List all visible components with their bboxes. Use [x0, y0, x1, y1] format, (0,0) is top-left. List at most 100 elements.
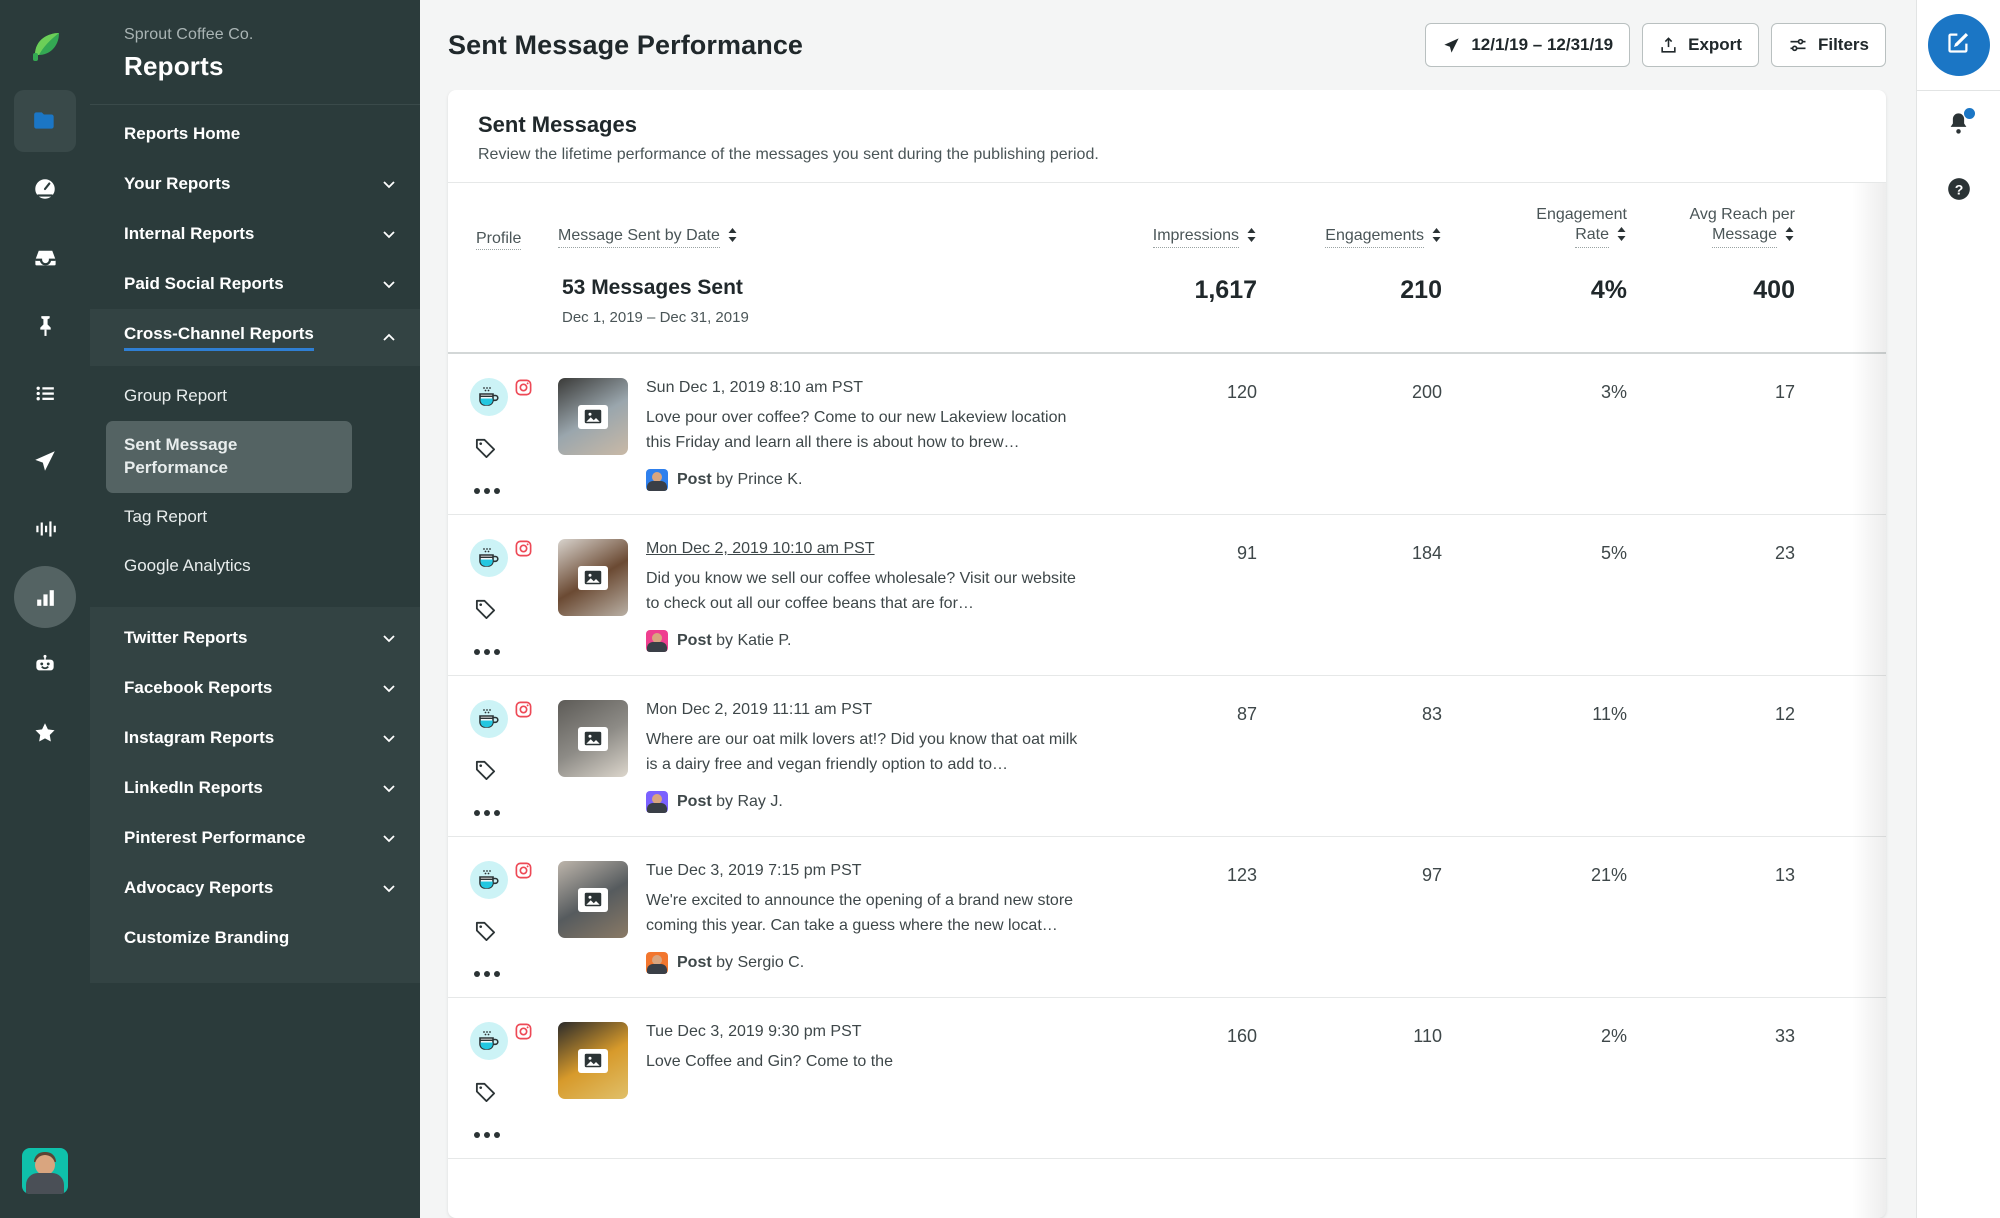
table-row[interactable]: Mon Dec 2, 2019 11:11 am PST Where are ou…	[448, 676, 1886, 837]
sort-icon[interactable]	[1616, 226, 1627, 248]
dashboard-gauge-icon[interactable]	[14, 158, 76, 220]
pin-icon[interactable]	[14, 294, 76, 356]
more-options-icon[interactable]	[474, 810, 558, 816]
row-avg-reach: 33	[1774, 1026, 1795, 1046]
sidebar-group-paid-social-reports[interactable]: Paid Social Reports	[90, 259, 420, 309]
message-thumbnail[interactable]	[558, 861, 628, 938]
help-button[interactable]: ?	[1946, 176, 1972, 207]
message-thumbnail[interactable]	[558, 539, 628, 616]
column-header-engagements[interactable]: Engagements	[1283, 227, 1468, 250]
sidebar-group-your-reports[interactable]: Your Reports	[90, 159, 420, 209]
sidebar-group-linkedin-reports[interactable]: LinkedIn Reports	[90, 763, 420, 813]
sidebar-group-twitter-reports[interactable]: Twitter Reports	[90, 613, 420, 663]
compose-icon	[1945, 29, 1972, 61]
table-row[interactable]: Sun Dec 1, 2019 8:10 am PST Love pour ove…	[448, 354, 1886, 515]
sidebar-group-internal-reports[interactable]: Internal Reports	[90, 209, 420, 259]
list-icon[interactable]	[14, 362, 76, 424]
sort-icon[interactable]	[727, 227, 738, 248]
tag-icon[interactable]	[474, 597, 558, 625]
sidebar-item-google-analytics[interactable]: Google Analytics	[106, 542, 404, 591]
message-date[interactable]: Mon Dec 2, 2019 10:10 am PST	[646, 540, 1086, 558]
sidebar-item-customize-branding[interactable]: Customize Branding	[90, 913, 420, 963]
more-options-icon[interactable]	[474, 488, 558, 494]
row-message-cell: Mon Dec 2, 2019 11:11 am PST Where are ou…	[558, 700, 1098, 816]
totals-summary: 53 Messages Sent Dec 1, 2019 – Dec 31, 2…	[558, 276, 1098, 326]
row-engagements: 110	[1413, 1026, 1442, 1046]
table-totals-row: 53 Messages Sent Dec 1, 2019 – Dec 31, 2…	[448, 264, 1886, 354]
sidebar-item-tag-report[interactable]: Tag Report	[106, 493, 404, 542]
sort-icon[interactable]	[1784, 226, 1795, 248]
chevron-down-icon	[380, 175, 398, 193]
star-icon[interactable]	[14, 702, 76, 764]
tag-icon[interactable]	[474, 758, 558, 786]
table-scroll-region[interactable]: Profile Message Sent by Date Impressions…	[448, 183, 1886, 1218]
table-row[interactable]: Mon Dec 2, 2019 10:10 am PST Did you know…	[448, 515, 1886, 676]
sort-icon[interactable]	[1246, 227, 1257, 248]
more-options-icon[interactable]	[474, 971, 558, 977]
row-avg-reach: 13	[1774, 865, 1795, 885]
filters-icon	[1788, 35, 1808, 55]
totals-date-range: Dec 1, 2019 – Dec 31, 2019	[562, 309, 749, 326]
column-header-label: Engagements	[1325, 227, 1424, 248]
author-avatar	[646, 629, 668, 652]
coffee-cup-avatar-icon[interactable]	[470, 861, 508, 899]
export-button[interactable]: Export	[1642, 23, 1759, 67]
row-engagements: 200	[1411, 382, 1442, 402]
sidebar-group-pinterest-performance[interactable]: Pinterest Performance	[90, 813, 420, 863]
folder-icon[interactable]	[14, 90, 76, 152]
notifications-button[interactable]	[1945, 108, 1975, 142]
coffee-cup-avatar-icon[interactable]	[470, 539, 508, 577]
instagram-icon	[514, 378, 533, 402]
paper-plane-icon	[1442, 36, 1461, 55]
sidebar-group-advocacy-reports[interactable]: Advocacy Reports	[90, 863, 420, 913]
sidebar-item-sent-message-performance[interactable]: Sent Message Performance	[106, 420, 352, 493]
row-profile-cell	[448, 700, 558, 816]
compose-button[interactable]	[1927, 14, 1990, 76]
column-header-impressions[interactable]: Impressions	[1098, 227, 1283, 250]
tag-icon[interactable]	[474, 919, 558, 947]
date-range-button[interactable]: 12/1/19 – 12/31/19	[1425, 23, 1631, 67]
image-placeholder-icon	[578, 565, 608, 590]
column-header-message[interactable]: Message Sent by Date	[558, 227, 1098, 250]
message-text: Love Coffee and Gin? Come to the	[646, 1053, 893, 1070]
more-options-icon[interactable]	[474, 649, 558, 655]
message-thumbnail[interactable]	[558, 700, 628, 777]
sidebar-group-cross-channel-reports[interactable]: Cross-Channel Reports	[90, 309, 420, 366]
message-thumbnail[interactable]	[558, 378, 628, 455]
post-type: Post	[677, 470, 712, 488]
sidebar-group-label: Instagram Reports	[124, 727, 275, 747]
notification-badge	[1964, 108, 1975, 119]
message-text: Where are our oat milk lovers at!? Did y…	[646, 731, 1078, 773]
bar-chart-icon[interactable]	[14, 566, 76, 628]
sidebar-item-reports-home[interactable]: Reports Home	[90, 109, 420, 159]
sidebar-group-facebook-reports[interactable]: Facebook Reports	[90, 663, 420, 713]
more-options-icon[interactable]	[474, 1132, 558, 1138]
card-subtitle: Review the lifetime performance of the m…	[478, 146, 1099, 163]
chevron-down-icon	[380, 275, 398, 293]
user-avatar[interactable]	[22, 1148, 68, 1194]
inbox-icon[interactable]	[14, 226, 76, 288]
bot-icon[interactable]	[14, 634, 76, 696]
listening-waveform-icon[interactable]	[14, 498, 76, 560]
paper-plane-icon[interactable]	[14, 430, 76, 492]
sort-icon[interactable]	[1431, 227, 1442, 248]
message-thumbnail[interactable]	[558, 1022, 628, 1099]
sidebar-group-label: Paid Social Reports	[124, 274, 284, 293]
table-row[interactable]: Tue Dec 3, 2019 7:15 pm PST We're excited…	[448, 837, 1886, 998]
table-row[interactable]: Tue Dec 3, 2019 9:30 pm PST Love Coffee a…	[448, 998, 1886, 1159]
tag-icon[interactable]	[474, 436, 558, 464]
page-title: Sent Message Performance	[448, 29, 804, 60]
row-message-cell: Sun Dec 1, 2019 8:10 am PST Love pour ove…	[558, 378, 1098, 494]
org-name: Sprout Coffee Co.	[124, 26, 254, 43]
sidebar-item-group-report[interactable]: Group Report	[106, 372, 404, 421]
column-header-engagement-rate[interactable]: Engagement Rate	[1468, 205, 1653, 250]
instagram-icon	[514, 861, 533, 885]
coffee-cup-avatar-icon[interactable]	[470, 378, 508, 416]
sidebar-group-instagram-reports[interactable]: Instagram Reports	[90, 713, 420, 763]
filters-button[interactable]: Filters	[1770, 23, 1886, 67]
column-header-avg-reach-per-message[interactable]: Avg Reach per Message	[1653, 205, 1823, 250]
tag-icon[interactable]	[474, 1080, 558, 1108]
sprout-leaf-logo[interactable]	[0, 0, 90, 90]
coffee-cup-avatar-icon[interactable]	[470, 700, 508, 738]
coffee-cup-avatar-icon[interactable]	[470, 1022, 508, 1060]
